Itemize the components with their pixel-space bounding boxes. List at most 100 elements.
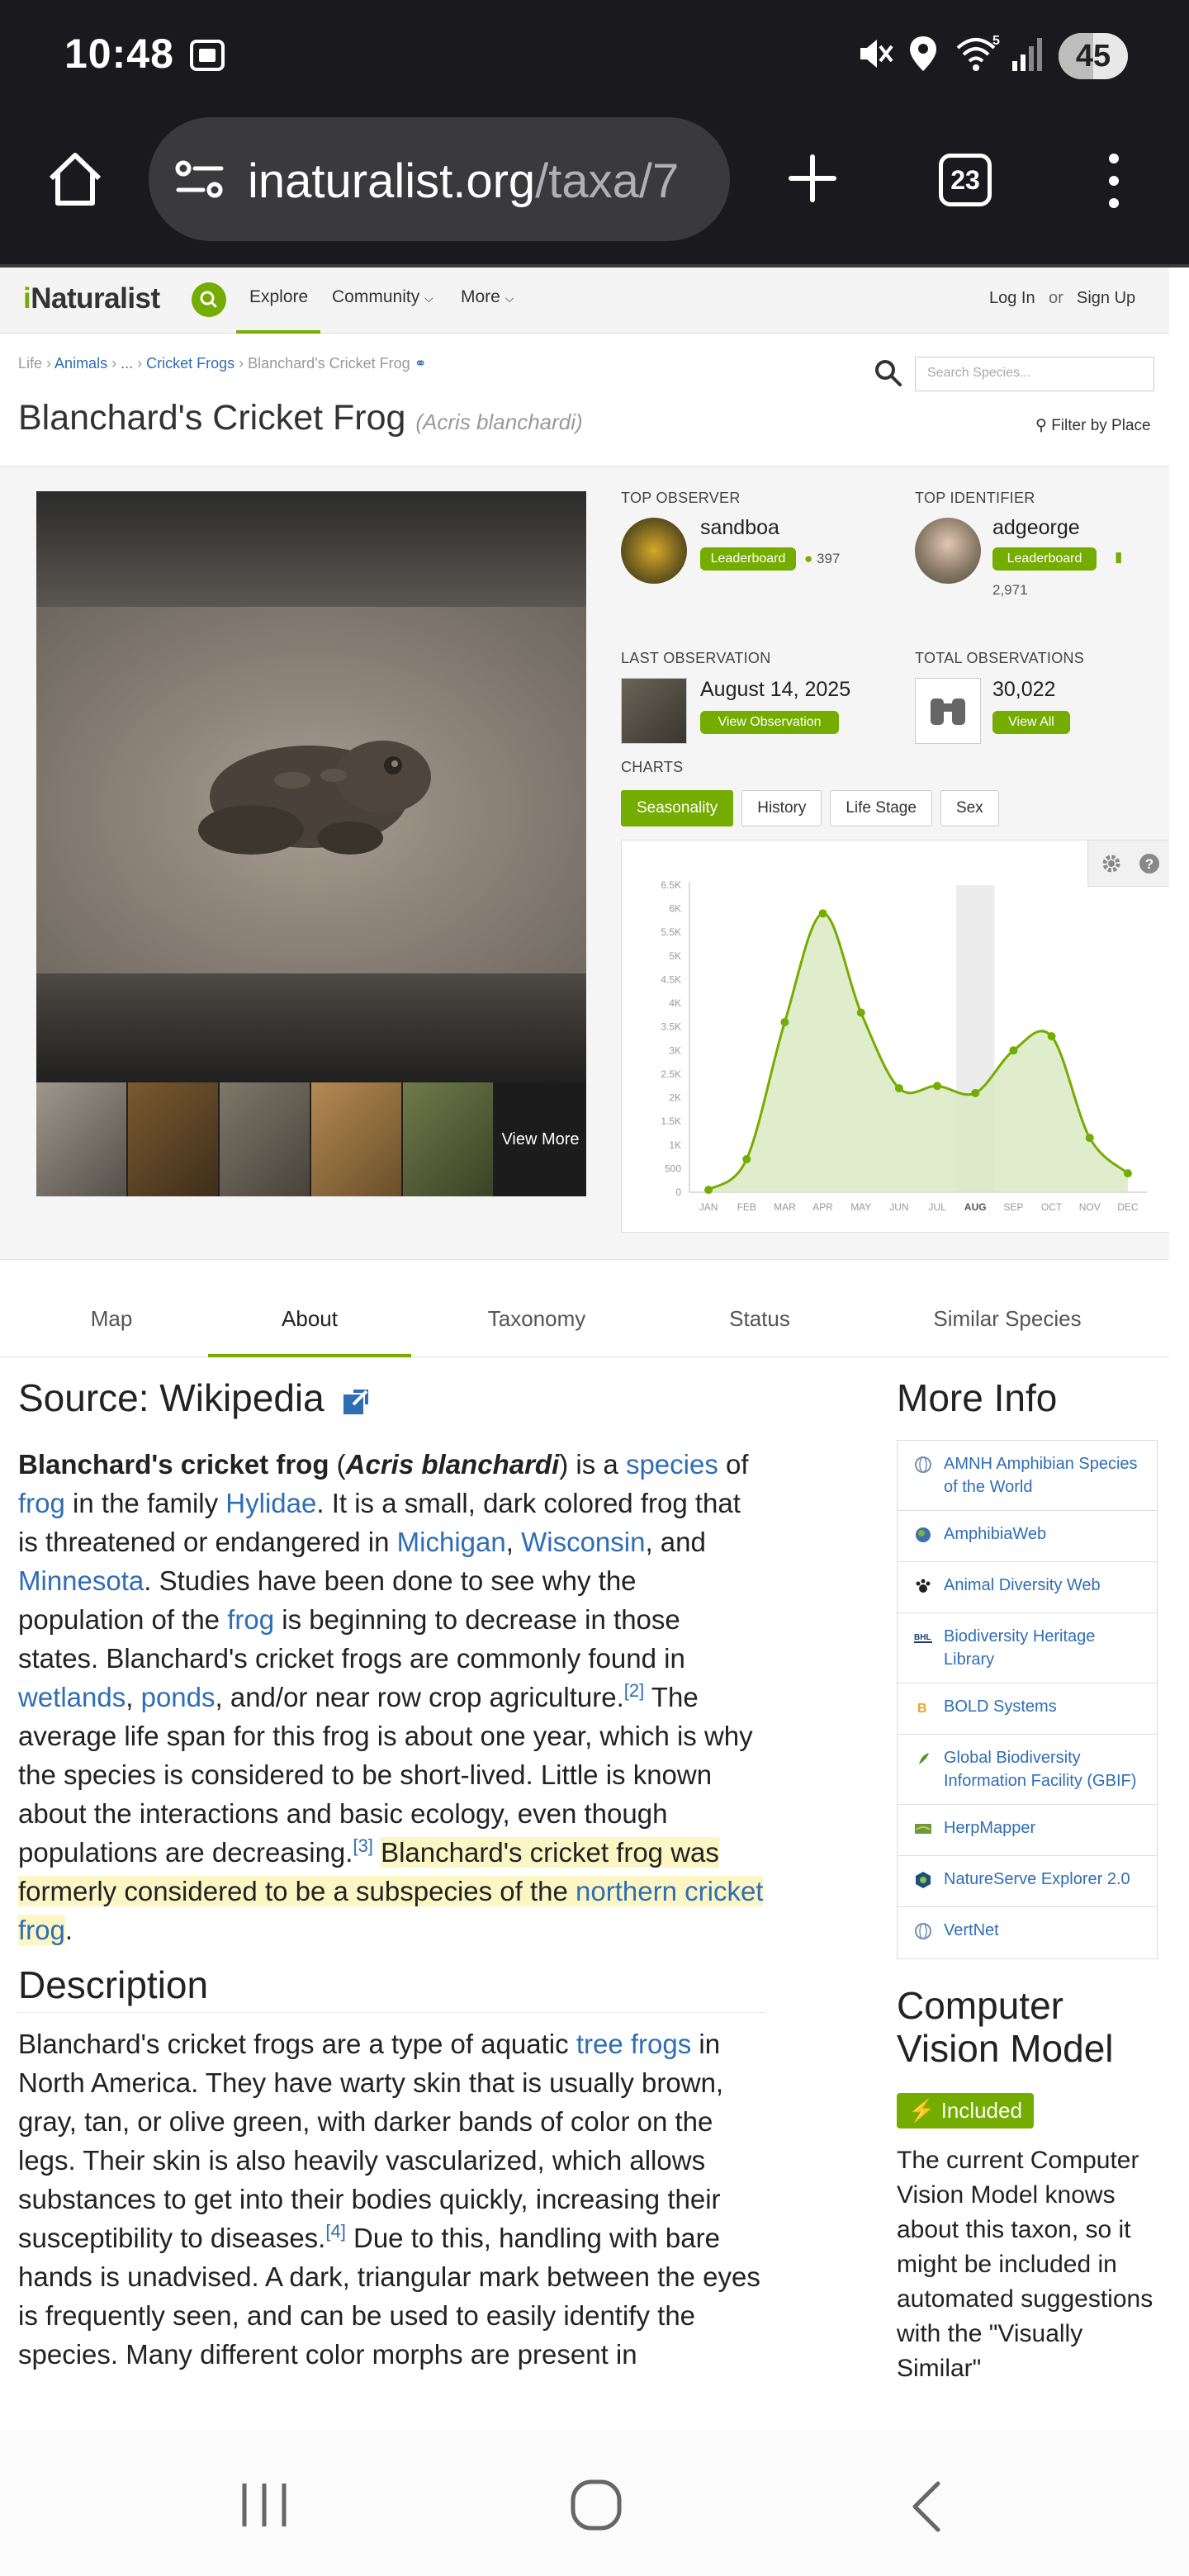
chart-tab-seasonality[interactable]: Seasonality [621, 790, 734, 826]
summary-paragraph: Blanchard's cricket frog (Acris blanchar… [18, 1449, 764, 1945]
photo-thumbnail[interactable] [36, 1082, 128, 1196]
mute-icon [860, 40, 893, 68]
new-tab-icon[interactable] [786, 152, 839, 205]
more-info-link-adw[interactable]: Animal Diversity Web [898, 1562, 1157, 1613]
x-tick-label: AUG [964, 1201, 987, 1213]
about-content: Source: Wikipedia Blanchard's cricket fr… [18, 1367, 765, 2374]
svg-text:BHL: BHL [914, 1633, 931, 1642]
login-link[interactable]: Log In [989, 289, 1035, 308]
photo-thumbnail[interactable] [220, 1082, 311, 1196]
top-observer-name[interactable]: sandboa [700, 516, 779, 540]
observer-leaderboard-button[interactable]: Leaderboard [700, 547, 796, 571]
external-link-icon[interactable] [342, 1388, 370, 1416]
avatar[interactable] [621, 518, 687, 584]
signup-link[interactable]: Sign Up [1077, 289, 1135, 308]
more-info-link-amnh[interactable]: AMNH Amphibian Species of the World [898, 1441, 1157, 1511]
total-observations-box[interactable] [915, 678, 981, 744]
link-michigan[interactable]: Michigan [397, 1527, 506, 1557]
filter-by-place-button[interactable]: ⚲ Filter by Place [1035, 416, 1151, 435]
breadcrumb-life[interactable]: Life [18, 355, 42, 372]
svg-text:?: ? [1145, 856, 1153, 872]
chart-tab-history[interactable]: History [741, 790, 822, 826]
source-heading: Source: Wikipedia [18, 1376, 765, 1420]
more-info-label: HerpMapper [944, 1819, 1036, 1837]
link-tree-frogs[interactable]: tree frogs [576, 2029, 691, 2059]
tab-similar-species[interactable]: Similar Species [892, 1280, 1123, 1357]
charts-label: CHARTS [621, 759, 684, 775]
gbif-icon [919, 1753, 929, 1764]
more-info-link-herpmapper[interactable]: HerpMapper [898, 1805, 1157, 1856]
citation-3[interactable]: [3] [353, 1835, 372, 1856]
link-icon[interactable]: ⚭ [414, 355, 427, 372]
tab-about[interactable]: About [208, 1280, 411, 1357]
nav-more[interactable]: More ⌵ [461, 287, 514, 307]
view-more-photos[interactable]: View More [495, 1082, 586, 1196]
help-icon[interactable]: ? [1138, 852, 1161, 875]
avatar[interactable] [915, 518, 981, 584]
more-info-link-vertnet[interactable]: VertNet [898, 1907, 1157, 1958]
chart-tools: ? [1087, 841, 1169, 887]
citation-2[interactable]: [2] [624, 1680, 644, 1701]
more-info-link-bhl[interactable]: BHL Biodiversity Heritage Library [898, 1613, 1157, 1683]
globe-icon [915, 1923, 931, 1939]
signal-icon [1012, 38, 1042, 71]
more-info-link-amphibiaweb[interactable]: AmphibiaWeb [898, 1511, 1157, 1562]
photo-viewer[interactable]: View More [36, 491, 586, 1196]
gear-icon[interactable] [1100, 852, 1123, 875]
chart-tab-sex[interactable]: Sex [940, 790, 999, 826]
overflow-menu-icon[interactable] [1101, 152, 1126, 210]
globe-icon [915, 1456, 931, 1473]
identifier-leaderboard-button[interactable]: Leaderboard [992, 547, 1097, 571]
y-tick-label: 3K [669, 1044, 681, 1056]
battery-level: 45 [1075, 39, 1111, 73]
recent-apps-icon[interactable] [238, 2480, 291, 2530]
search-icon[interactable] [874, 358, 903, 388]
link-wisconsin[interactable]: Wisconsin [521, 1527, 645, 1557]
link-northern-cricket-frog[interactable]: northern cricket frog [18, 1876, 763, 1945]
main-photo[interactable] [36, 607, 586, 973]
link-frog[interactable]: frog [18, 1488, 65, 1518]
x-tick-label: FEB [737, 1201, 756, 1213]
home-button-icon[interactable] [570, 2479, 623, 2531]
x-tick-label: JUL [928, 1201, 946, 1213]
species-search-input[interactable]: Search Species... [915, 357, 1154, 391]
cv-model-title: Computer Vision Model [897, 1984, 1114, 2070]
home-icon[interactable] [45, 149, 106, 210]
link-ponds[interactable]: ponds [141, 1682, 216, 1712]
nav-community[interactable]: Community ⌵ [332, 287, 433, 307]
back-icon[interactable] [908, 2480, 945, 2533]
tab-map[interactable]: Map [33, 1280, 190, 1357]
tab-status[interactable]: Status [677, 1280, 842, 1357]
site-logo[interactable]: iNaturalist [23, 282, 160, 315]
link-wetlands[interactable]: wetlands [18, 1682, 126, 1712]
x-tick-label: OCT [1041, 1201, 1063, 1213]
link-hylidae[interactable]: Hylidae [225, 1488, 316, 1518]
top-identifier-name[interactable]: adgeorge [992, 516, 1080, 540]
link-frog[interactable]: frog [227, 1604, 274, 1635]
site-search-button[interactable] [192, 282, 226, 317]
nav-explore[interactable]: Explore [249, 287, 308, 307]
photo-thumbnail[interactable] [128, 1082, 220, 1196]
link-minnesota[interactable]: Minnesota [18, 1565, 144, 1596]
link-species[interactable]: species [626, 1449, 718, 1480]
tab-switcher-button[interactable]: 23 [939, 154, 992, 206]
address-bar[interactable]: inaturalist.org/taxa/7 [149, 117, 730, 241]
breadcrumb-cricket-frogs[interactable]: Cricket Frogs [146, 355, 234, 372]
browser-toolbar: inaturalist.org/taxa/7 23 [0, 112, 1189, 268]
data-point [933, 1082, 942, 1091]
view-all-button[interactable]: View All [992, 711, 1070, 734]
view-observation-button[interactable]: View Observation [700, 711, 839, 734]
more-info-link-bold[interactable]: B BOLD Systems [898, 1683, 1157, 1735]
photo-thumbnail[interactable] [311, 1082, 403, 1196]
photo-thumbnail[interactable] [403, 1082, 495, 1196]
source-heading-text: Source: Wikipedia [18, 1376, 324, 1419]
tab-taxonomy[interactable]: Taxonomy [446, 1280, 628, 1357]
breadcrumb-ellipsis[interactable]: ... [121, 355, 133, 372]
last-observation-photo[interactable] [621, 678, 687, 744]
citation-4[interactable]: [4] [325, 2221, 345, 2242]
site-settings-icon[interactable] [173, 157, 226, 203]
chart-tab-life-stage[interactable]: Life Stage [830, 790, 932, 826]
more-info-link-gbif[interactable]: Global Biodiversity Information Facility… [898, 1735, 1157, 1805]
breadcrumb-animals[interactable]: Animals [54, 355, 107, 372]
more-info-link-natureserve[interactable]: NatureServe Explorer 2.0 [898, 1856, 1157, 1907]
